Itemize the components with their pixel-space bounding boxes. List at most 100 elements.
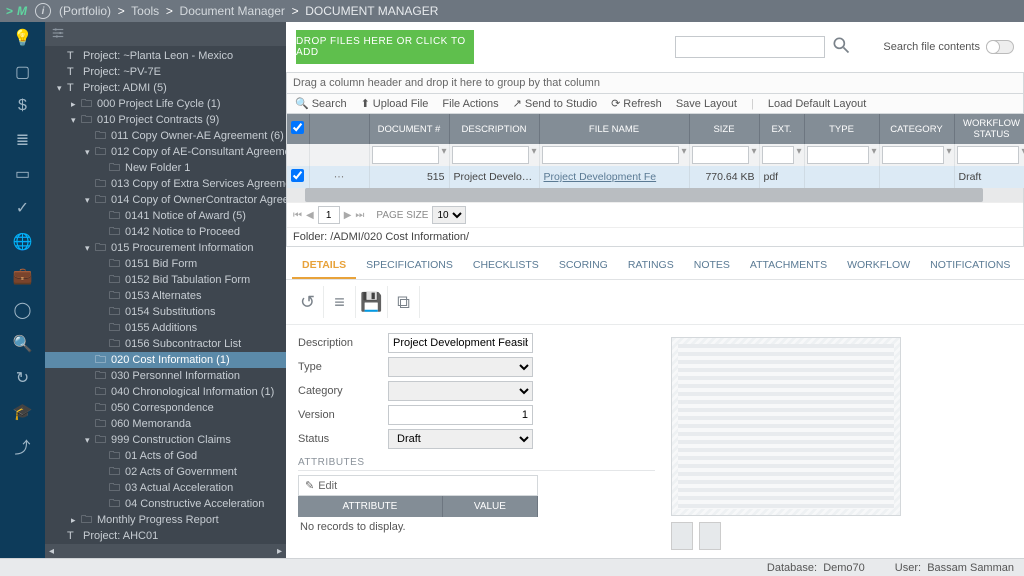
list-icon[interactable]: ≡ <box>324 286 356 318</box>
sliders-icon[interactable] <box>51 26 65 43</box>
table-row[interactable]: ⋯ 515 Project Development Fe Project Dev… <box>287 166 1024 188</box>
tree-node[interactable]: 🗀0141 Notice of Award (5) <box>45 208 286 224</box>
col-file-name[interactable]: FILE NAME <box>539 114 689 144</box>
monitor-icon[interactable]: ▭ <box>13 164 33 184</box>
col-size[interactable]: SIZE <box>689 114 759 144</box>
version-field[interactable] <box>388 405 533 425</box>
tree-node[interactable]: 🗀0152 Bid Tabulation Form <box>45 272 286 288</box>
chevron-right-icon[interactable]: ▸ <box>277 546 282 557</box>
tree-node[interactable]: ▾🗀015 Procurement Information <box>45 240 286 256</box>
status-select[interactable]: Draft <box>388 429 533 449</box>
tab-specifications[interactable]: SPECIFICATIONS <box>356 253 463 279</box>
preview-thumb[interactable] <box>671 522 693 550</box>
tree-node[interactable]: 🗀0142 Notice to Proceed <box>45 224 286 240</box>
page-size-select[interactable]: 10 <box>432 206 466 224</box>
tree-node[interactable]: 🗀050 Correspondence <box>45 400 286 416</box>
tree-node[interactable]: ▾🗀999 Construction Claims <box>45 432 286 448</box>
tree-node[interactable]: 🗀0155 Additions <box>45 320 286 336</box>
filter-docnum[interactable] <box>372 146 440 164</box>
grad-icon[interactable]: 🎓 <box>13 402 33 422</box>
search-icon[interactable]: 🔍 <box>13 334 33 354</box>
globe-icon[interactable]: 🌐 <box>13 232 33 252</box>
search-file-contents-toggle[interactable] <box>986 40 1014 54</box>
refresh-button[interactable]: ⟳ Refresh <box>611 97 662 110</box>
preview-image[interactable] <box>671 337 901 516</box>
pager-next-icon[interactable]: ▶ <box>344 210 352 221</box>
tree-node[interactable]: TProject: ~PV-7E <box>45 64 286 80</box>
avatar-icon[interactable]: ◯ <box>13 300 33 320</box>
dollar-icon[interactable]: $ <box>13 96 33 116</box>
tree-node[interactable]: 🗀0156 Subcontractor List <box>45 336 286 352</box>
page-icon[interactable]: ▢ <box>13 62 33 82</box>
undo-icon[interactable]: ↺ <box>292 286 324 318</box>
tree-node[interactable]: 🗀013 Copy of Extra Services Agreements <box>45 176 286 192</box>
bars-icon[interactable]: ≣ <box>13 130 33 150</box>
load-default-layout-button[interactable]: Load Default Layout <box>768 98 866 110</box>
row-actions-icon[interactable]: ⋯ <box>309 166 369 188</box>
col-ext[interactable]: EXT. <box>759 114 804 144</box>
filter-size[interactable] <box>692 146 750 164</box>
tree-node[interactable]: 🗀03 Actual Acceleration <box>45 480 286 496</box>
col-type[interactable]: TYPE <box>804 114 879 144</box>
briefcase-icon[interactable]: 💼 <box>13 266 33 286</box>
save-layout-button[interactable]: Save Layout <box>676 98 737 110</box>
open-external-icon[interactable]: ⧉ <box>388 286 420 318</box>
tree-node[interactable]: 🗀040 Chronological Information (1) <box>45 384 286 400</box>
logout-icon[interactable]: ⤴ <box>13 436 33 456</box>
tree-node[interactable]: 🗀02 Acts of Government <box>45 464 286 480</box>
file-actions-menu[interactable]: File Actions <box>442 98 498 110</box>
tab-scoring[interactable]: SCORING <box>549 253 618 279</box>
search-input[interactable] <box>675 36 825 58</box>
tree-node[interactable]: 🗀01 Acts of God <box>45 448 286 464</box>
search-icon[interactable] <box>831 35 851 60</box>
filter-desc[interactable] <box>452 146 530 164</box>
tab-ratings[interactable]: RATINGS <box>618 253 684 279</box>
tab-details[interactable]: DETAILS <box>292 253 356 279</box>
bulb-icon[interactable]: 💡 <box>13 28 33 48</box>
tree-node[interactable]: TProject: ~Planta Leon - Mexico <box>45 48 286 64</box>
category-select[interactable] <box>388 381 533 401</box>
breadcrumb[interactable]: (Portfolio) > Tools > Document Manager >… <box>59 4 438 18</box>
tab-notifications[interactable]: NOTIFICATIONS <box>920 253 1020 279</box>
save-icon[interactable]: 💾 <box>356 286 388 318</box>
pager-page-input[interactable] <box>318 206 340 224</box>
tree-node[interactable]: 🗀0151 Bid Form <box>45 256 286 272</box>
type-select[interactable] <box>388 357 533 377</box>
tree-node[interactable]: TProject: AHC01 <box>45 528 286 544</box>
tab-notes[interactable]: NOTES <box>684 253 740 279</box>
col-workflow-status[interactable]: WORKFLOW STATUS <box>954 114 1024 144</box>
history-icon[interactable]: ↻ <box>13 368 33 388</box>
search-button[interactable]: 🔍 Search <box>295 97 347 110</box>
tab-attachments[interactable]: ATTACHMENTS <box>740 253 837 279</box>
tree-node[interactable]: ▾🗀012 Copy of AE-Consultant Agreement (9… <box>45 144 286 160</box>
filter-type[interactable] <box>807 146 870 164</box>
upload-file-button[interactable]: ⬆ Upload File <box>361 97 429 110</box>
pager-last-icon[interactable]: ⏭ <box>355 210 364 221</box>
horizontal-scrollbar[interactable] <box>287 188 1023 202</box>
project-tree[interactable]: TProject: ~Planta Leon - MexicoTProject:… <box>45 46 286 558</box>
select-all-checkbox[interactable] <box>291 121 304 134</box>
preview-thumb[interactable] <box>699 522 721 550</box>
cell-filename-link[interactable]: Project Development Fe <box>544 171 657 183</box>
group-by-bar[interactable]: Drag a column header and drop it here to… <box>286 72 1024 93</box>
tree-node[interactable]: 🗀030 Personnel Information <box>45 368 286 384</box>
tree-node[interactable]: ▾🗀010 Project Contracts (9) <box>45 112 286 128</box>
tree-node[interactable]: ▾🗀014 Copy of OwnerContractor Agreement <box>45 192 286 208</box>
info-icon[interactable]: i <box>35 3 51 19</box>
tree-node[interactable]: ▸🗀Monthly Progress Report <box>45 512 286 528</box>
pager-prev-icon[interactable]: ◀ <box>306 210 314 221</box>
tree-node[interactable]: 🗀0154 Substitutions <box>45 304 286 320</box>
filter-category[interactable] <box>882 146 945 164</box>
filter-wfstatus[interactable] <box>957 146 1020 164</box>
col-description[interactable]: DESCRIPTION <box>449 114 539 144</box>
col-category[interactable]: CATEGORY <box>879 114 954 144</box>
attributes-edit-button[interactable]: ✎ Edit <box>298 475 538 496</box>
pager-first-icon[interactable]: ⏮ <box>293 210 302 221</box>
filter-filename[interactable] <box>542 146 680 164</box>
tree-node[interactable]: 🗀New Folder 1 <box>45 160 286 176</box>
dropzone[interactable]: DROP FILES HERE OR CLICK TO ADD <box>296 30 474 64</box>
check-icon[interactable]: ✓ <box>13 198 33 218</box>
tree-node[interactable]: 🗀060 Memoranda <box>45 416 286 432</box>
row-checkbox[interactable] <box>291 169 304 182</box>
send-to-studio-button[interactable]: ↗ Send to Studio <box>513 97 597 110</box>
